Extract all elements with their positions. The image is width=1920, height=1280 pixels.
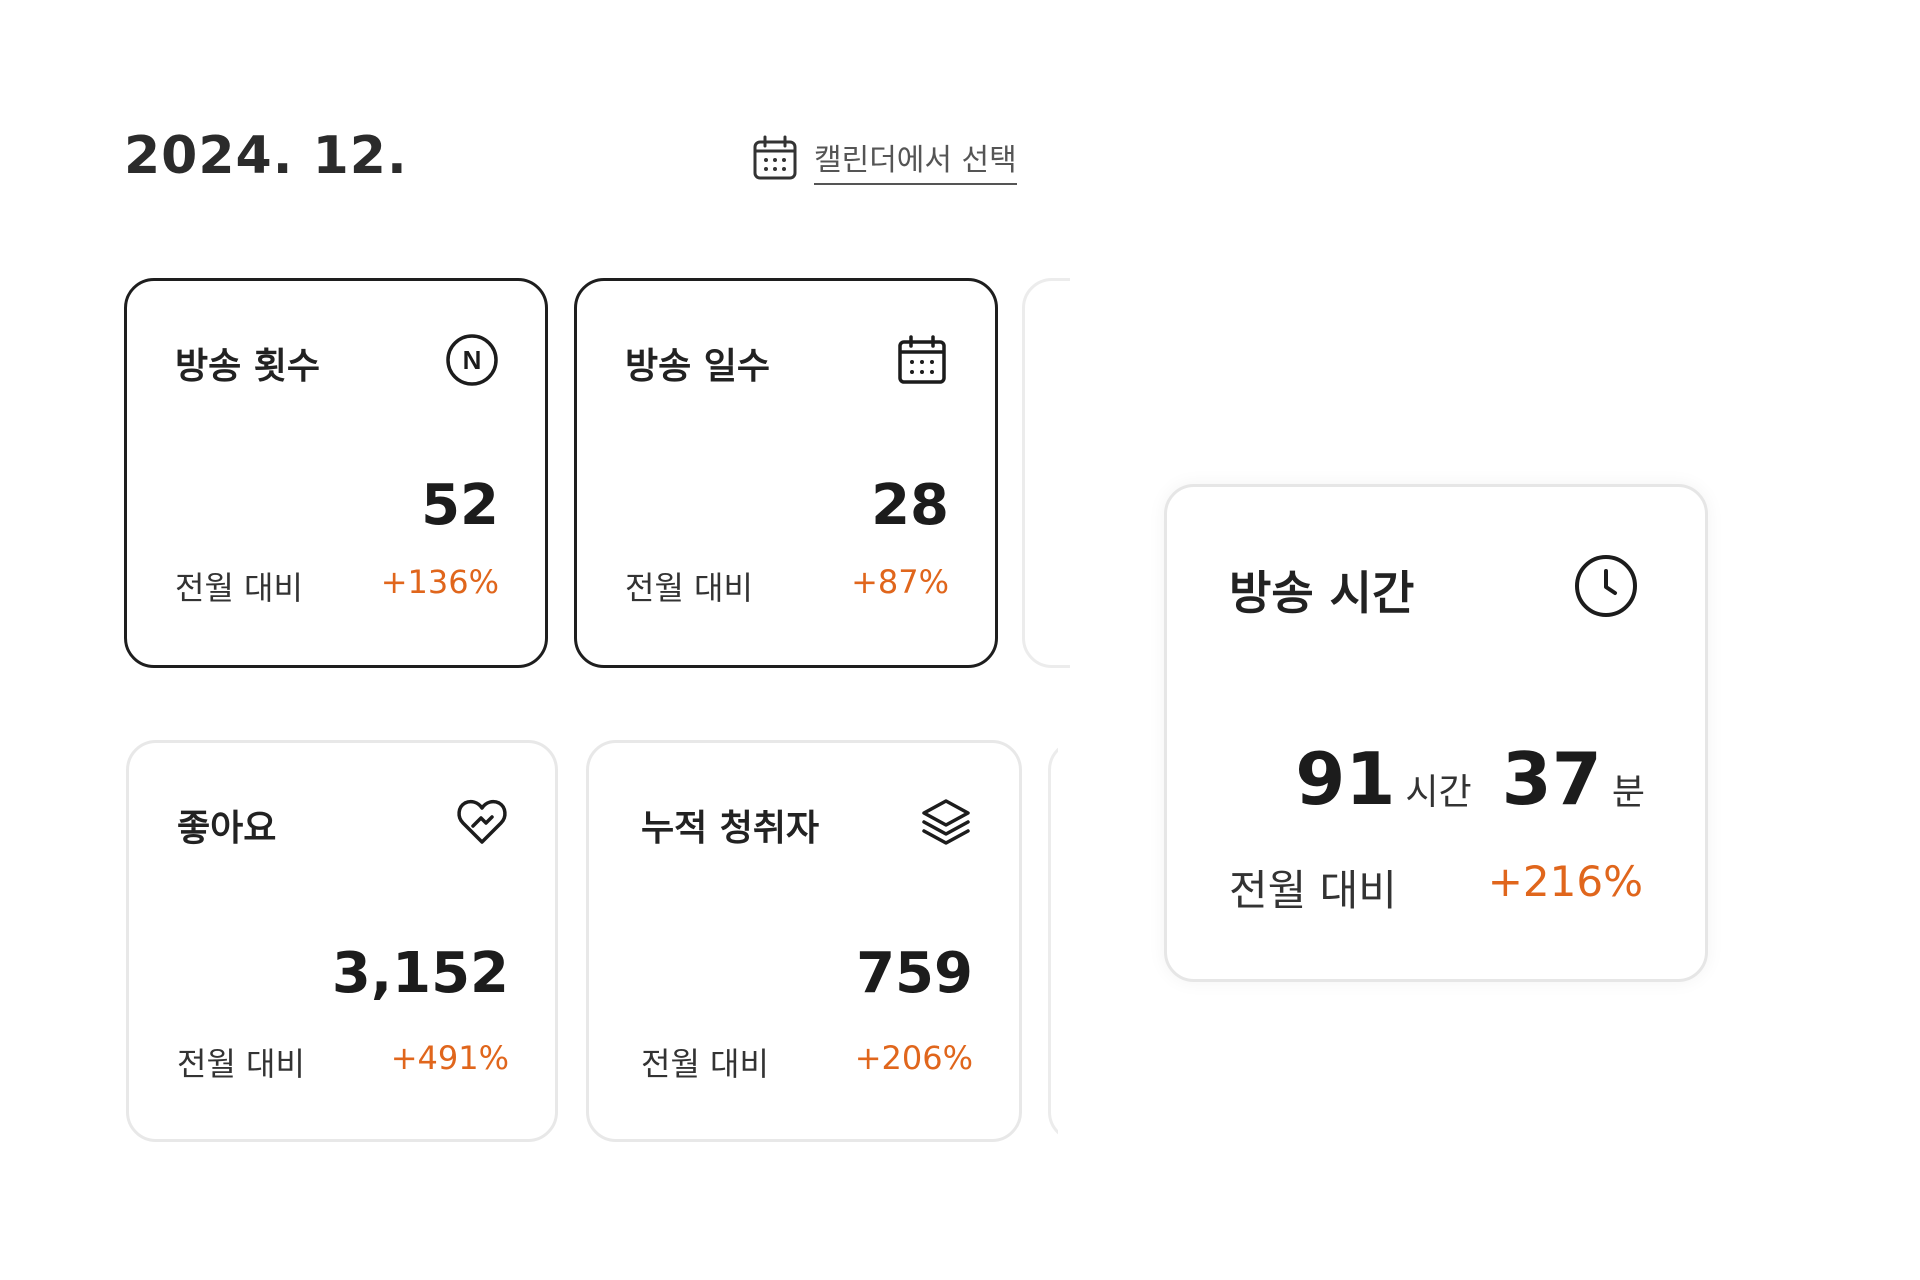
compare-value: +206%	[854, 1039, 973, 1077]
compare-label: 전월 대비	[177, 1045, 305, 1083]
card-value: 28	[871, 473, 949, 538]
compare-label: 전월 대비	[175, 569, 303, 607]
card-title: 누적 청취자	[641, 808, 820, 849]
compare-label: 전월 대비	[641, 1045, 769, 1083]
compare-value: +491%	[390, 1039, 509, 1077]
card-title: 방송 일수	[625, 346, 771, 387]
card-value: 52	[421, 473, 499, 538]
hours-unit: 시간	[1405, 772, 1472, 813]
calendar-icon	[752, 134, 798, 186]
page-title: 2024. 12.	[124, 126, 408, 186]
card-cumulative-viewers[interactable]: 누적 청취자 759 전월 대비 +206%	[586, 740, 1022, 1142]
minutes-value: 37	[1501, 737, 1602, 821]
heart-icon	[455, 795, 509, 849]
scroll-mask	[1070, 270, 1170, 680]
card-value: 759	[856, 941, 973, 1006]
card-title: 방송 시간	[1229, 566, 1415, 620]
minutes-unit: 분	[1611, 772, 1645, 813]
card-value: 3,152	[331, 941, 509, 1006]
card-title: 방송 횟수	[175, 346, 321, 387]
compare-label: 전월 대비	[625, 569, 753, 607]
calendar-select-link[interactable]: 캘린더에서 선택	[752, 134, 1017, 186]
scroll-mask	[1058, 730, 1178, 1150]
broadcast-time-value: 91 시간 37 분	[1295, 737, 1645, 821]
card-likes[interactable]: 좋아요 3,152 전월 대비 +491%	[126, 740, 558, 1142]
card-broadcast-days[interactable]: 방송 일수 28 전월 대비 +87%	[574, 278, 998, 668]
calendar-icon	[895, 333, 949, 387]
card-title: 좋아요	[177, 808, 277, 849]
calendar-select-label[interactable]: 캘린더에서 선택	[814, 135, 1017, 185]
compare-value: +216%	[1487, 857, 1643, 906]
card-broadcast-count[interactable]: 방송 횟수 N 52 전월 대비 +136%	[124, 278, 548, 668]
clock-icon	[1573, 553, 1639, 619]
layers-icon	[919, 795, 973, 849]
compare-value: +136%	[380, 563, 499, 601]
compare-label: 전월 대비	[1229, 866, 1397, 915]
n-badge-icon: N	[445, 333, 499, 387]
card-broadcast-time[interactable]: 방송 시간 91 시간 37 분 전월 대비 +216%	[1164, 484, 1708, 982]
hours-value: 91	[1295, 737, 1396, 821]
svg-text:N: N	[463, 345, 482, 375]
compare-value: +87%	[851, 563, 949, 601]
